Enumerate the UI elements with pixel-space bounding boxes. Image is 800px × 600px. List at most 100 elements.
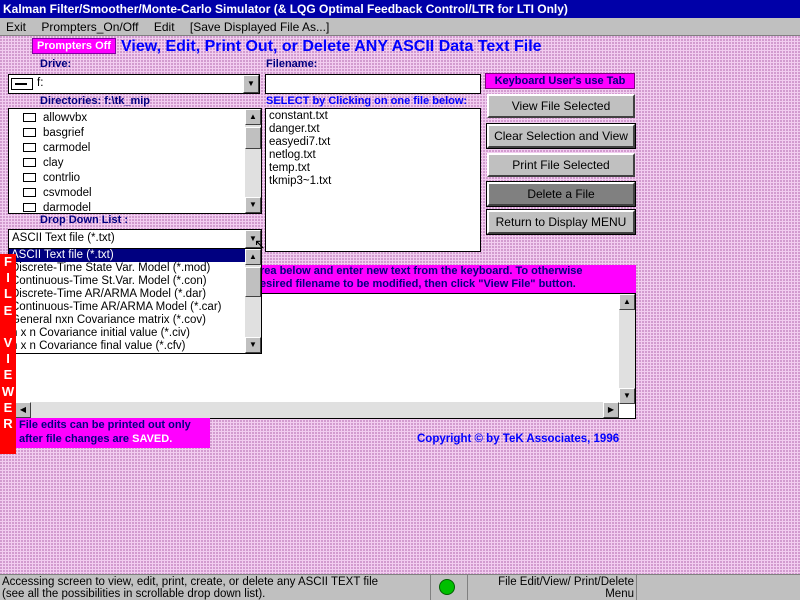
dropdown-option[interactable]: n x n Covariance final value (*.cfv) [9, 340, 261, 353]
dropdown-option[interactable]: n x n Covariance initial value (*.civ) [9, 327, 261, 340]
scroll-thumb[interactable] [245, 267, 261, 297]
directory-item[interactable]: contrlio [9, 171, 261, 186]
dropdown-option[interactable]: General nxn Covariance matrix (*.cov) [9, 314, 261, 327]
viewer-strip-letter: F [4, 254, 12, 269]
menu-prompters[interactable]: Prompters_On/Off [35, 18, 144, 36]
directories-scrollbar[interactable]: ▲ ▼ [245, 109, 261, 213]
chevron-down-icon[interactable]: ▼ [243, 75, 259, 93]
editor-hscroll[interactable]: ◀ ▶ [15, 402, 619, 418]
dropdown-option[interactable]: Discrete-Time State Var. Model (*.mod) [9, 262, 261, 275]
status-indicator-icon [439, 579, 455, 595]
scroll-down-icon[interactable]: ▼ [245, 337, 261, 353]
directory-item[interactable]: csvmodel [9, 186, 261, 201]
menu-bar: Exit Prompters_On/Off Edit [Save Display… [0, 18, 800, 36]
menu-exit[interactable]: Exit [0, 18, 32, 36]
filename-label: Filename: [266, 58, 318, 70]
file-item[interactable]: easyedi7.txt [266, 136, 480, 149]
window-title: Kalman Filter/Smoother/Monte-Carlo Simul… [0, 0, 800, 18]
file-item[interactable]: tkmip3~1.txt [266, 175, 480, 188]
menu-edit[interactable]: Edit [148, 18, 181, 36]
scroll-down-icon[interactable]: ▼ [245, 197, 261, 213]
status-right-line-1: File Edit/View/ Print/Delete [498, 576, 634, 588]
directory-name: clay [43, 157, 64, 169]
status-right-line-2: Menu [605, 588, 634, 600]
file-type-dropdown[interactable]: ASCII Text file (*.txt) ▼ [8, 229, 262, 249]
directory-name: allowvbx [43, 112, 88, 124]
editor-vscroll[interactable]: ▲ ▼ [619, 294, 635, 404]
scroll-down-icon[interactable]: ▼ [619, 388, 635, 404]
directory-name: darmodel [43, 202, 91, 214]
status-indicator-cell [430, 575, 468, 600]
viewer-strip-letter: L [4, 286, 12, 302]
directory-item[interactable]: basgrief [9, 126, 261, 141]
drive-label: Drive: [40, 58, 72, 70]
dropdown-label: Drop Down List : [40, 214, 128, 226]
dropdown-value: ASCII Text file (*.txt) [12, 232, 115, 244]
dropdown-option[interactable]: Continuous-Time St.Var. Model (*.con) [9, 275, 261, 288]
viewer-strip-letter [0, 319, 16, 335]
edits-note: File edits can be printed out only after… [16, 418, 210, 448]
dropdown-options-list[interactable]: ASCII Text file (*.txt) Discrete-Time Sta… [8, 248, 262, 354]
directory-name: contrlio [43, 172, 81, 184]
directory-item[interactable]: clay [9, 156, 261, 171]
filename-input[interactable] [265, 74, 481, 94]
file-item[interactable]: constant.txt [266, 110, 480, 123]
scroll-up-icon[interactable]: ▲ [619, 294, 635, 310]
scroll-left-icon[interactable]: ◀ [15, 402, 31, 418]
folder-icon [23, 188, 36, 197]
instructions-box: rea below and enter new text from the ke… [258, 265, 636, 293]
drive-icon [11, 78, 33, 90]
viewer-strip-letter: E [3, 367, 13, 383]
drive-value: f: [37, 77, 44, 89]
viewer-strip-letter: W [1, 383, 15, 399]
scroll-thumb[interactable] [245, 127, 261, 149]
instructions-line-1: rea below and enter new text from the ke… [260, 265, 583, 277]
dropdown-scrollbar[interactable]: ▲ ▼ [245, 249, 261, 353]
prompters-off-button[interactable]: Prompters Off [32, 38, 116, 54]
drive-select[interactable]: f: ▼ [8, 74, 260, 94]
edits-note-line-1: File edits can be printed out only [19, 419, 191, 431]
status-text: Accessing screen to view, edit, print, c… [2, 576, 430, 600]
status-line-2: (see all the possibilities in scrollable… [2, 588, 266, 600]
viewer-strip-letter: I [6, 270, 10, 286]
directory-item[interactable]: allowvbx [9, 111, 261, 126]
print-file-button[interactable]: Print File Selected [487, 153, 635, 177]
status-line-1: Accessing screen to view, edit, print, c… [2, 576, 379, 588]
status-right: File Edit/View/ Print/Delete Menu [470, 576, 634, 600]
menu-save-as[interactable]: [Save Displayed File As...] [184, 18, 335, 36]
page-title: View, Edit, Print Out, or Delete ANY ASC… [121, 38, 542, 55]
folder-icon [23, 113, 36, 122]
select-file-label: SELECT by Clicking on one file below: [266, 95, 468, 107]
viewer-strip-letter: V [3, 334, 13, 350]
file-item[interactable]: temp.txt [266, 162, 480, 175]
keyboard-tip: Keyboard User's use Tab [485, 73, 635, 89]
file-list[interactable]: constant.txt danger.txt easyedi7.txt netlog… [265, 108, 481, 252]
folder-icon [23, 158, 36, 167]
file-item[interactable]: danger.txt [266, 123, 480, 136]
clear-selection-button[interactable]: Clear Selection and View [486, 123, 636, 149]
directory-item[interactable]: darmodel [9, 201, 261, 214]
directory-name: carmodel [43, 142, 91, 154]
folder-icon [23, 173, 36, 182]
copyright: Copyright © by TeK Associates, 1996 [417, 433, 620, 445]
directory-item[interactable]: carmodel [9, 141, 261, 156]
viewer-strip-letter: E [3, 399, 13, 415]
mouse-pointer-icon: ↖ [254, 236, 266, 252]
dropdown-option[interactable]: Discrete-Time AR/ARMA Model (*.dar) [9, 288, 261, 301]
dropdown-option[interactable]: ASCII Text file (*.txt) [9, 249, 261, 262]
status-bar: Accessing screen to view, edit, print, c… [0, 574, 800, 600]
directories-list[interactable]: allowvbx basgrief carmodel clay contrlio csvm… [8, 108, 262, 214]
viewer-strip-letter: E [3, 302, 13, 318]
folder-icon [23, 128, 36, 137]
scroll-right-icon[interactable]: ▶ [603, 402, 619, 418]
directory-name: csvmodel [43, 187, 92, 199]
delete-file-button[interactable]: Delete a File [486, 181, 636, 207]
dropdown-option[interactable]: Continuous-Time AR/ARMA Model (*.car) [9, 301, 261, 314]
viewer-strip-letter: I [6, 351, 10, 367]
directories-label: Directories: f:\tk_mip [40, 95, 151, 107]
return-menu-button[interactable]: Return to Display MENU [486, 209, 636, 235]
scroll-up-icon[interactable]: ▲ [245, 109, 261, 125]
view-file-button[interactable]: View File Selected [487, 94, 635, 118]
edits-saved: SAVED. [132, 433, 173, 445]
file-item[interactable]: netlog.txt [266, 149, 480, 162]
